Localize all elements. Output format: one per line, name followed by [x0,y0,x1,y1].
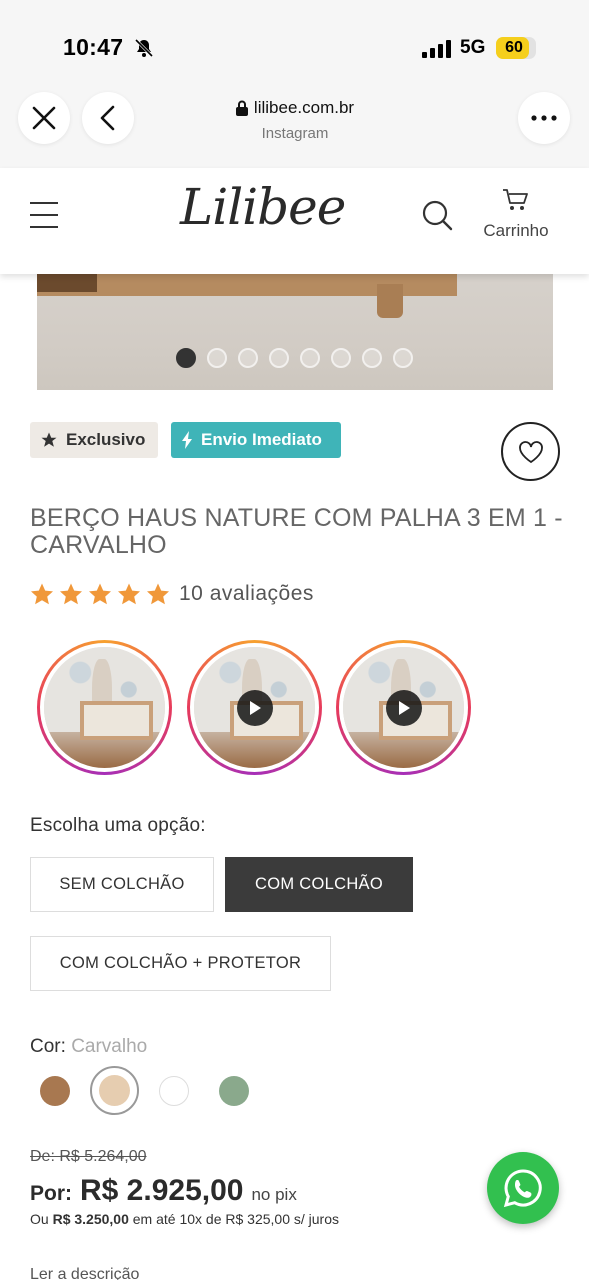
option-label: Escolha uma opção: [30,815,206,836]
shipping-badge: Envio Imediato [171,422,341,458]
old-price: De: R$ 5.264,00 [30,1148,147,1165]
battery-icon: 60 [496,37,536,59]
color-swatch-brown[interactable] [40,1076,70,1106]
battery-level: 60 [505,39,523,56]
whatsapp-icon [503,1169,542,1208]
gallery-pagination [176,348,413,368]
gallery-dot[interactable] [176,348,196,368]
search-icon[interactable] [420,198,454,232]
gallery-dot[interactable] [207,348,227,368]
play-icon [236,689,273,726]
site-logo[interactable]: Lilibee [180,178,346,236]
install-total: R$ 3.250,00 [52,1211,129,1227]
close-button[interactable] [18,92,70,144]
heart-icon [518,440,543,463]
star-icon [118,583,140,605]
chevron-left-icon [100,105,115,131]
exclusive-label: Exclusivo [66,430,146,449]
product-image[interactable] [37,274,553,390]
url-text: lilibee.com.br [253,98,355,117]
favorite-button[interactable] [501,422,560,481]
video-story[interactable] [187,640,322,775]
video-story[interactable] [336,640,471,775]
back-button[interactable] [82,92,134,144]
price-label: Por: [30,1182,72,1205]
network-type: 5G [460,37,486,58]
option-sem-colchao[interactable]: SEM COLCHÃO [30,857,214,912]
gallery-dot[interactable] [331,348,351,368]
option-com-colchao[interactable]: COM COLCHÃO [225,857,413,912]
site-header: Lilibee Carrinho [0,168,589,274]
price-value: R$ 2.925,00 [80,1174,244,1207]
menu-button[interactable] [30,202,60,228]
whatsapp-button[interactable] [487,1152,559,1224]
gallery-dot[interactable] [362,348,382,368]
reviews-count: 10 avaliações [179,582,314,605]
star-icon [147,583,169,605]
url-source: Instagram [261,125,329,142]
shipping-label: Envio Imediato [201,430,322,449]
price-suffix: no pix [251,1185,297,1204]
signal-icon [422,40,451,58]
color-swatch-carvalho-selected[interactable] [90,1066,139,1115]
color-label-text: Cor: [30,1036,66,1057]
gallery-dot[interactable] [393,348,413,368]
install-rest: em até 10x de R$ 325,00 s/ juros [132,1211,339,1227]
product-title: BERÇO HAUS NATURE COM PALHA 3 EM 1 - CAR… [30,504,563,559]
lightning-icon [182,431,192,449]
rating[interactable]: 10 avaliações [30,582,314,606]
cart-label: Carrinho [483,221,549,240]
star-icon [89,583,111,605]
exclusive-badge: Exclusivo [30,422,158,458]
color-swatch-white[interactable] [159,1076,189,1106]
star-icon [31,583,53,605]
install-prefix: Ou [30,1211,49,1227]
silent-bell-icon [134,38,154,58]
option-com-colchao-protetor[interactable]: COM COLCHÃO + PROTETOR [30,936,331,991]
star-icon [41,432,57,447]
gallery-dot[interactable] [238,348,258,368]
video-story[interactable] [37,640,172,775]
read-description-link[interactable]: Ler a descrição [30,1266,139,1280]
status-time: 10:47 [63,34,124,60]
lock-icon [235,100,248,116]
gallery-dot[interactable] [300,348,320,368]
color-value: Carvalho [71,1036,148,1057]
more-icon [531,115,557,121]
cart-icon [503,189,528,210]
browser-chrome: 10:47 5G 60 lilibee.com.br Instagram [0,0,589,168]
current-price: Por: R$ 2.925,00 no pix [30,1174,297,1208]
color-label: Cor: Carvalho [30,1036,147,1058]
star-icon [60,583,82,605]
installments: Ou R$ 3.250,00 em até 10x de R$ 325,00 s… [30,1211,339,1227]
play-icon [385,689,422,726]
gallery-dot[interactable] [269,348,289,368]
cart-button[interactable]: Carrinho [478,188,554,241]
more-options-button[interactable] [518,92,570,144]
color-swatch-green[interactable] [219,1076,249,1106]
close-icon [32,106,56,130]
address-bar[interactable]: lilibee.com.br Instagram [180,98,410,142]
